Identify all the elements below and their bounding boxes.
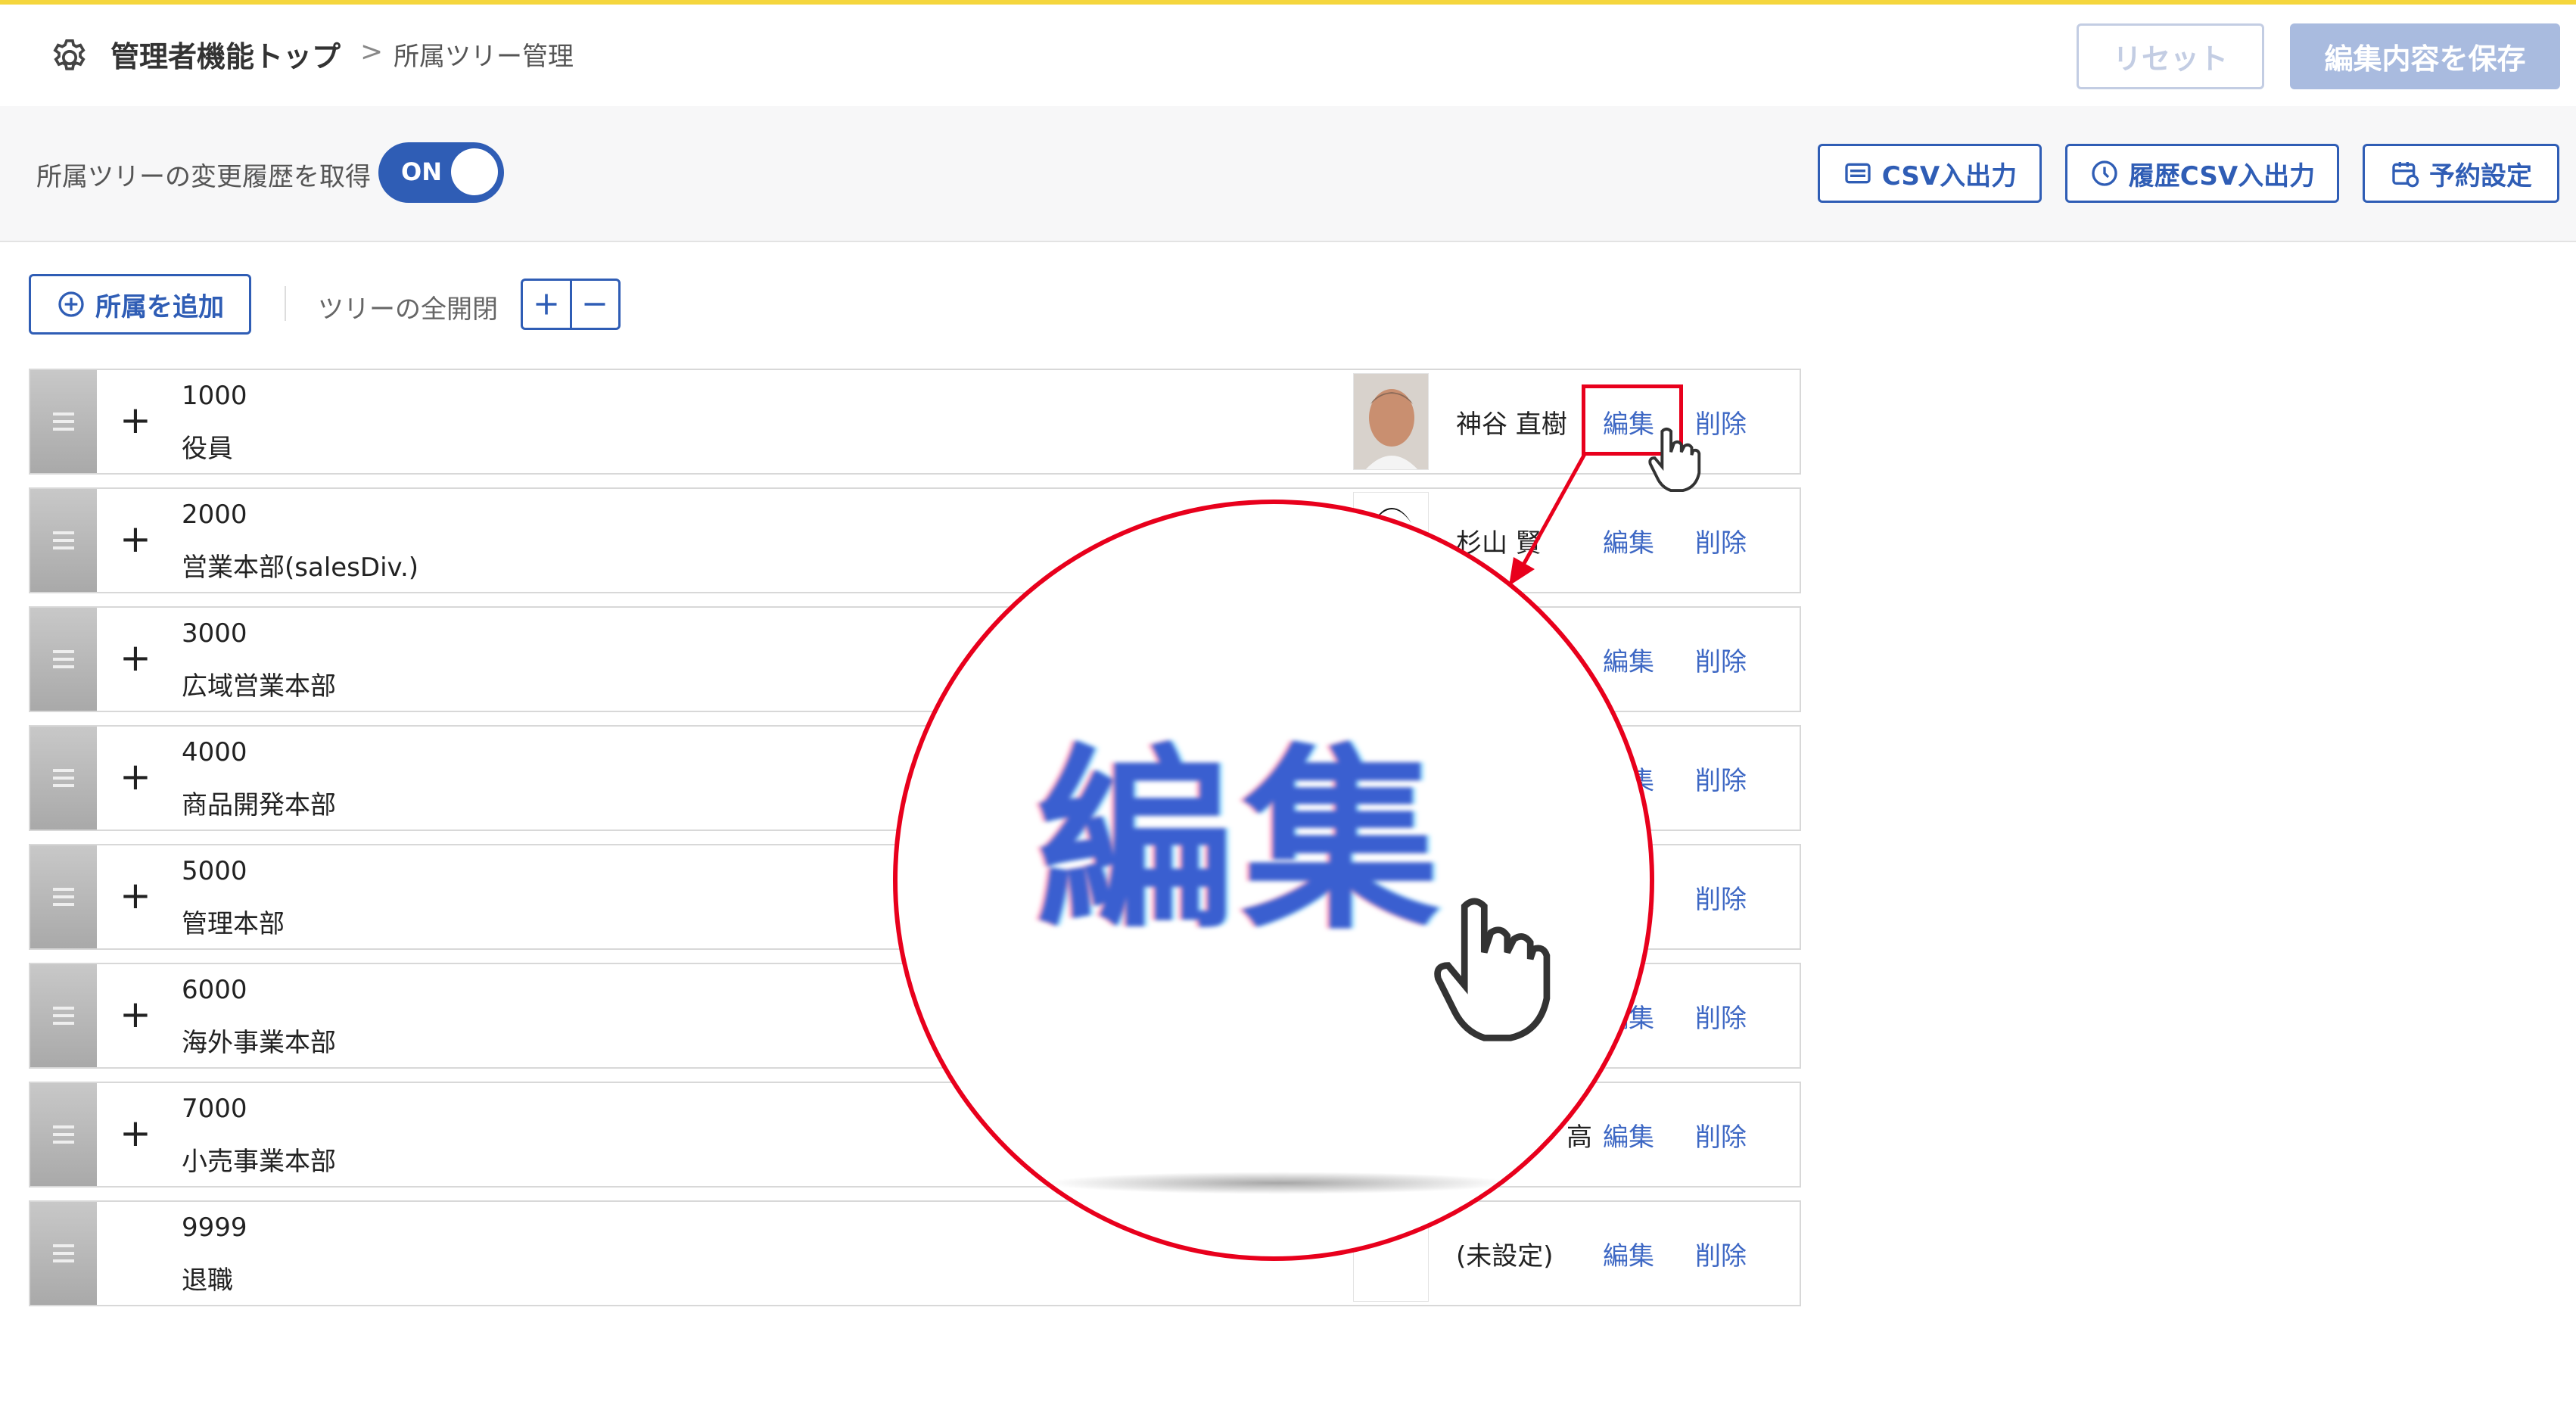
gear-icon[interactable] (48, 36, 91, 79)
reserve-settings-label: 予約設定 (2429, 160, 2532, 191)
manager-name: (未設定) (1456, 1241, 1554, 1272)
expand-toggle[interactable]: + (120, 1112, 151, 1154)
history-toggle-label: 所属ツリーの変更履歴を取得 (36, 162, 371, 192)
toggle-state-label: ON (401, 157, 442, 186)
add-department-label: 所属を追加 (95, 291, 224, 322)
history-csv-button-label: 履歴CSV入出力 (2128, 160, 2316, 191)
tree-row: 9999 退職 (未設定) 編集 削除 (29, 1200, 1801, 1306)
page-title[interactable]: 管理者機能トップ (110, 33, 341, 75)
toolbar-divider (285, 286, 286, 321)
department-name: 小売事業本部 (182, 1147, 336, 1177)
department-code: 6000 (182, 975, 247, 1005)
manager-name: 神谷 直樹 (1456, 409, 1567, 440)
delete-link[interactable]: 削除 (1695, 760, 1747, 797)
expand-collapse-label: ツリーの全開閉 (318, 294, 498, 325)
department-name: 役員 (182, 434, 233, 464)
edit-link[interactable]: 編集 (1603, 1116, 1654, 1153)
drag-handle[interactable] (30, 1202, 97, 1305)
delete-link[interactable]: 削除 (1695, 879, 1747, 916)
drag-handle[interactable] (30, 727, 97, 830)
expand-toggle[interactable]: + (120, 518, 151, 560)
department-name: 海外事業本部 (182, 1028, 336, 1058)
department-code: 1000 (182, 381, 247, 411)
zoomed-edit-label: 編集 (1037, 728, 1448, 957)
calendar-clock-icon (2392, 162, 2419, 188)
department-name: 営業本部(salesDiv.) (182, 553, 419, 583)
department-name: 商品開発本部 (182, 790, 336, 820)
delete-link[interactable]: 削除 (1695, 998, 1747, 1035)
drag-handle[interactable] (30, 370, 97, 473)
department-code: 5000 (182, 856, 247, 886)
drag-handle[interactable] (30, 845, 97, 948)
delete-link[interactable]: 削除 (1695, 1116, 1747, 1153)
delete-link[interactable]: 削除 (1695, 641, 1747, 678)
zoom-shadow (1044, 1172, 1514, 1194)
csv-file-icon (1845, 163, 1871, 184)
collapse-all-button[interactable] (569, 281, 619, 328)
history-csv-button[interactable]: 履歴CSV入出力 (2065, 144, 2339, 203)
add-circle-icon (58, 291, 84, 317)
reserve-settings-button[interactable]: 予約設定 (2363, 144, 2559, 203)
expand-toggle[interactable]: + (120, 993, 151, 1035)
edit-link[interactable]: 編集 (1603, 522, 1654, 559)
manager-name: 高 (1566, 1122, 1592, 1153)
expand-collapse-group (521, 279, 621, 330)
department-name: 退職 (182, 1265, 233, 1296)
department-code: 7000 (182, 1094, 247, 1124)
expand-toggle[interactable]: + (120, 637, 151, 679)
avatar (1353, 373, 1429, 470)
edit-link[interactable]: 編集 (1603, 641, 1654, 678)
drag-handle[interactable] (30, 1083, 97, 1186)
breadcrumb-separator: > (360, 36, 384, 67)
add-department-button[interactable]: 所属を追加 (29, 274, 251, 335)
edit-link[interactable]: 編集 (1603, 1235, 1654, 1272)
csv-button[interactable]: CSV入出力 (1818, 144, 2042, 203)
department-code: 2000 (182, 500, 247, 530)
pointer-hand-icon (1648, 427, 1701, 493)
zoomed-pointer-hand-icon (1434, 898, 1551, 1041)
expand-toggle[interactable]: + (120, 874, 151, 917)
plus-icon (536, 294, 557, 315)
delete-link[interactable]: 削除 (1695, 1235, 1747, 1272)
department-code: 4000 (182, 737, 247, 767)
tree-row: + 2000 営業本部(salesDiv.) 杉山 賢 編集 削除 (29, 487, 1801, 593)
save-button[interactable]: 編集内容を保存 (2290, 23, 2560, 89)
csv-button-label: CSV入出力 (1881, 160, 2018, 191)
delete-link[interactable]: 削除 (1695, 522, 1747, 559)
expand-toggle[interactable]: + (120, 399, 151, 441)
department-name: 管理本部 (182, 909, 285, 939)
expand-all-button[interactable] (523, 281, 570, 328)
history-clock-icon (2092, 160, 2117, 186)
drag-handle[interactable] (30, 608, 97, 711)
department-code: 3000 (182, 618, 247, 649)
tree-row: + 1000 役員 神谷 直樹 編集 削除 (29, 369, 1801, 475)
department-code: 9999 (182, 1212, 247, 1243)
minus-icon (584, 303, 605, 306)
reset-button[interactable]: リセット (2077, 23, 2264, 89)
department-name: 広域営業本部 (182, 671, 336, 702)
drag-handle[interactable] (30, 489, 97, 592)
expand-toggle[interactable]: + (120, 755, 151, 798)
drag-handle[interactable] (30, 964, 97, 1067)
breadcrumb: 所属ツリー管理 (394, 42, 574, 72)
toggle-knob[interactable] (451, 148, 498, 195)
